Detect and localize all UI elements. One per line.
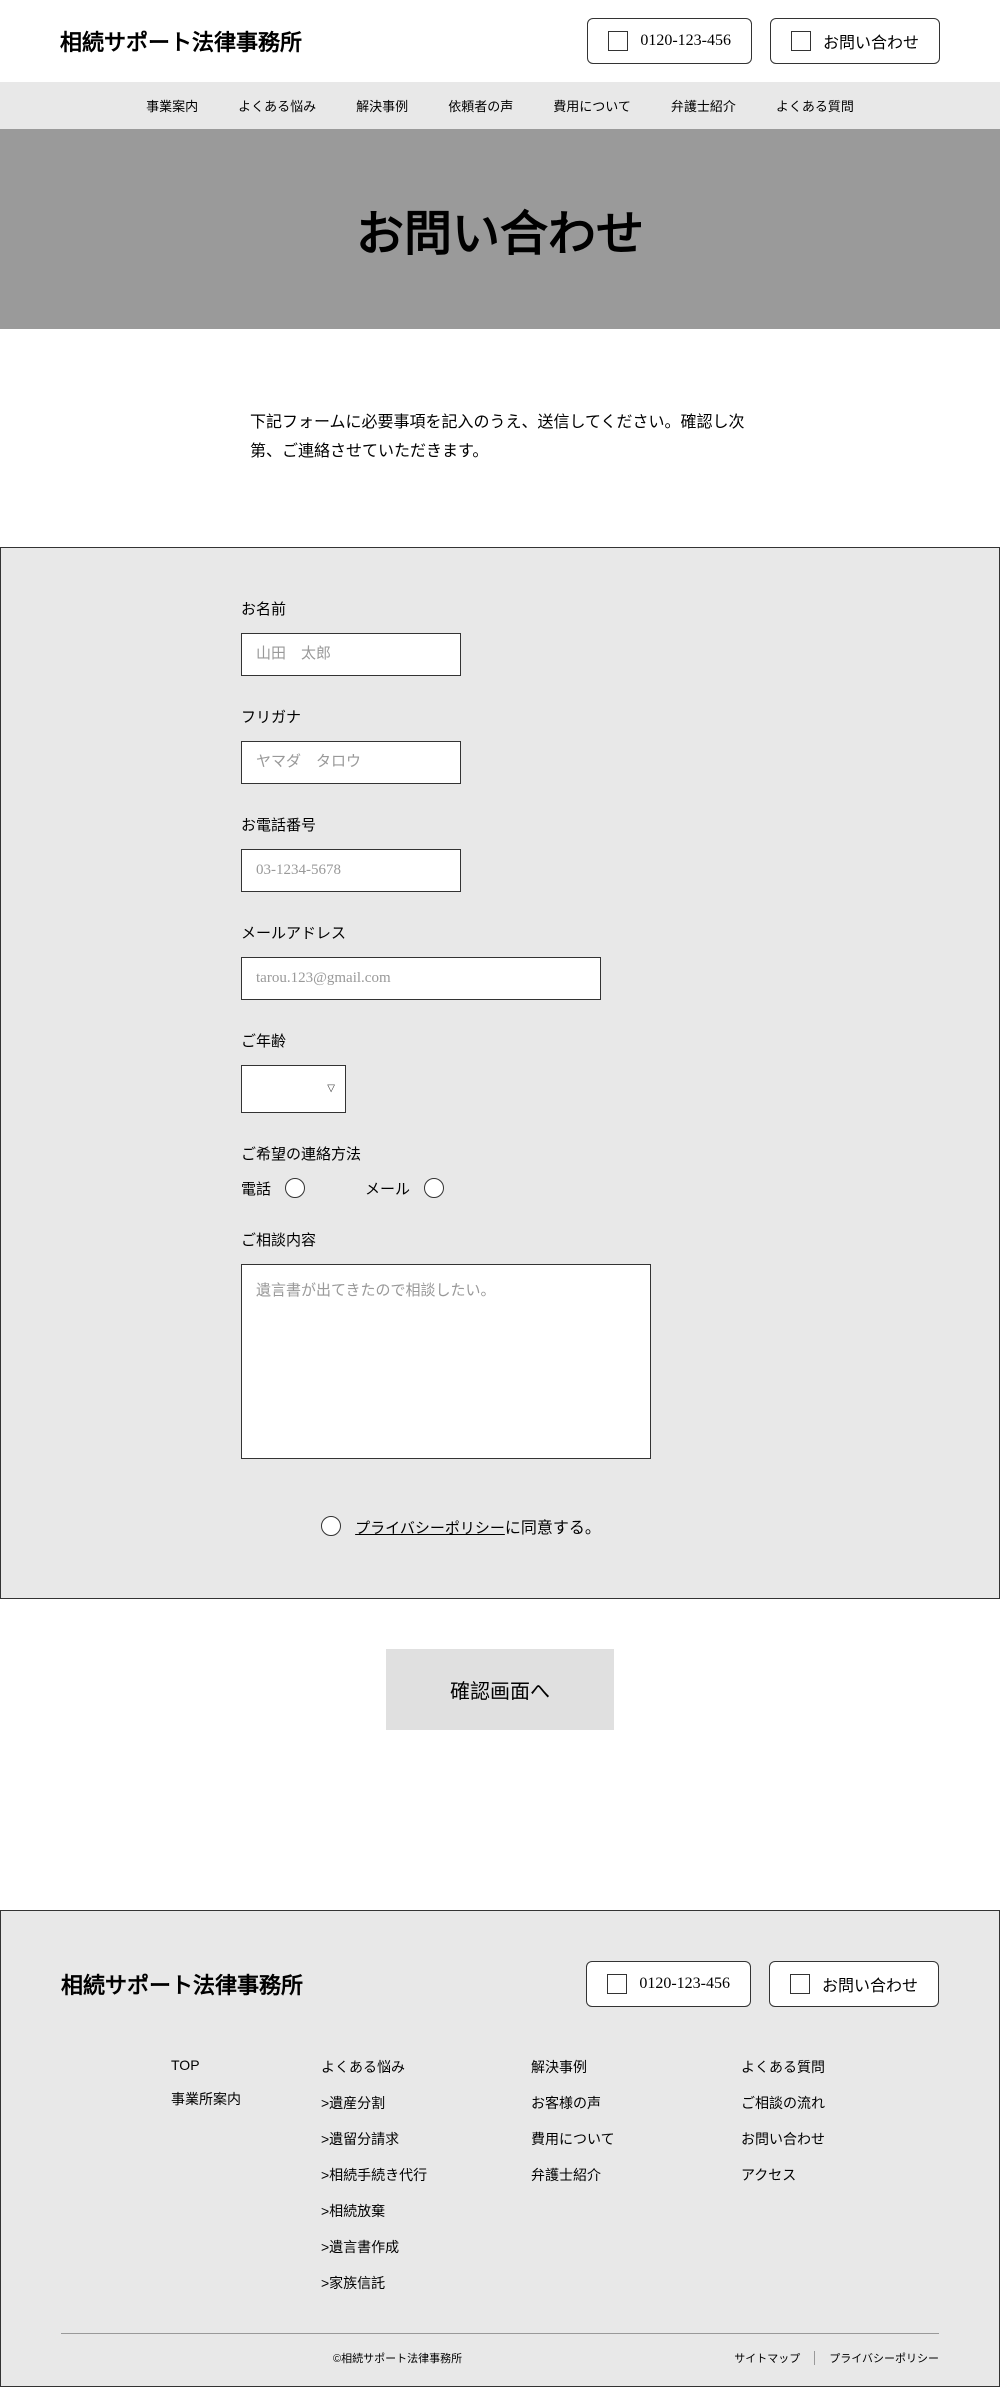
footer-link[interactable]: >相続手続き代行 [321, 2165, 511, 2185]
footer-link[interactable]: >遺言書作成 [321, 2237, 511, 2257]
footer-contact-label: お問い合わせ [822, 1972, 918, 1996]
footer: 相続サポート法律事務所 0120-123-456 お問い合わせ TOP 事業所案… [0, 1910, 1000, 2387]
footer-link[interactable]: よくある悩み [321, 2057, 511, 2077]
contact-form: お名前 フリガナ お電話番号 メールアドレス ご年齢 ご希望の連絡方法 電話 [0, 547, 1000, 1599]
nav-item[interactable]: よくある質問 [776, 96, 854, 115]
contact-button[interactable]: お問い合わせ [770, 18, 940, 64]
sitemap-link[interactable]: サイトマップ [734, 2350, 800, 2366]
footer-link[interactable]: よくある質問 [741, 2057, 931, 2077]
footer-nav: TOP 事業所案内 よくある悩み >遺産分割 >遺留分請求 >相続手続き代行 >… [61, 2057, 939, 2293]
page-title: お問い合わせ [356, 194, 644, 264]
footer-link[interactable]: お客様の声 [531, 2093, 721, 2113]
footer-link[interactable]: >相続放棄 [321, 2201, 511, 2221]
footer-link[interactable]: >遺産分割 [321, 2093, 511, 2113]
phone-number: 0120-123-456 [640, 32, 731, 50]
footer-phone-button[interactable]: 0120-123-456 [586, 1961, 751, 2007]
field-age: ご年齢 [241, 1030, 681, 1113]
footer-link[interactable]: アクセス [741, 2165, 931, 2185]
footer-link[interactable]: TOP [171, 2057, 301, 2073]
field-contact-method: ご希望の連絡方法 電話 メール [241, 1143, 681, 1199]
select-age[interactable] [241, 1065, 346, 1113]
field-content: ご相談内容 [241, 1229, 681, 1464]
phone-icon [608, 31, 628, 51]
nav-item[interactable]: 事業案内 [146, 96, 198, 115]
mail-icon [791, 31, 811, 51]
footer-link[interactable]: 費用について [531, 2129, 721, 2149]
site-logo[interactable]: 相続サポート法律事務所 [60, 25, 302, 57]
nav-item[interactable]: よくある悩み [238, 96, 316, 115]
header: 相続サポート法律事務所 0120-123-456 お問い合わせ [0, 0, 1000, 82]
submit-button[interactable]: 確認画面へ [386, 1649, 614, 1730]
label-furigana: フリガナ [241, 706, 681, 727]
copyright: ©相続サポート法律事務所 [333, 2350, 462, 2366]
privacy-policy-link[interactable]: プライバシーポリシー [829, 2350, 939, 2366]
footer-link[interactable]: >遺留分請求 [321, 2129, 511, 2149]
label-contact-method: ご希望の連絡方法 [241, 1143, 681, 1164]
footer-contact-button[interactable]: お問い合わせ [769, 1961, 939, 2007]
footer-phone-number: 0120-123-456 [639, 1975, 730, 1993]
mail-icon [790, 1974, 810, 1994]
footer-link[interactable]: 弁護士紹介 [531, 2165, 721, 2185]
radio-label-mail: メール [365, 1178, 410, 1199]
phone-button[interactable]: 0120-123-456 [587, 18, 752, 64]
nav-item[interactable]: 弁護士紹介 [671, 96, 736, 115]
label-email: メールアドレス [241, 922, 681, 943]
footer-divider [61, 2333, 939, 2334]
label-age: ご年齢 [241, 1030, 681, 1051]
field-furigana: フリガナ [241, 706, 681, 784]
label-tel: お電話番号 [241, 814, 681, 835]
hero: お問い合わせ [0, 129, 1000, 329]
field-email: メールアドレス [241, 922, 681, 1000]
footer-link[interactable]: >家族信託 [321, 2273, 511, 2293]
privacy-link[interactable]: プライバシーポリシー [355, 1521, 505, 1537]
input-tel[interactable] [241, 849, 461, 892]
nav-item[interactable]: 依頼者の声 [448, 96, 513, 115]
input-email[interactable] [241, 957, 601, 1000]
field-tel: お電話番号 [241, 814, 681, 892]
footer-link[interactable]: 解決事例 [531, 2057, 721, 2077]
contact-label: お問い合わせ [823, 29, 919, 53]
footer-logo[interactable]: 相続サポート法律事務所 [61, 1968, 303, 2000]
privacy-checkbox[interactable] [321, 1516, 341, 1536]
nav-item[interactable]: 費用について [553, 96, 631, 115]
label-name: お名前 [241, 598, 681, 619]
phone-icon [607, 1974, 627, 1994]
textarea-content[interactable] [241, 1264, 651, 1459]
radio-mail[interactable] [424, 1178, 444, 1198]
radio-tel[interactable] [285, 1178, 305, 1198]
footer-link[interactable]: ご相談の流れ [741, 2093, 931, 2113]
footer-link[interactable]: お問い合わせ [741, 2129, 931, 2149]
footer-link[interactable]: 事業所案内 [171, 2089, 301, 2109]
input-furigana[interactable] [241, 741, 461, 784]
input-name[interactable] [241, 633, 461, 676]
label-content: ご相談内容 [241, 1229, 681, 1250]
field-name: お名前 [241, 598, 681, 676]
radio-label-tel: 電話 [241, 1178, 271, 1199]
privacy-suffix: に同意する。 [505, 1520, 601, 1537]
privacy-row: プライバシーポリシーに同意する。 [241, 1514, 681, 1538]
divider [814, 2351, 815, 2365]
intro-text: 下記フォームに必要事項を記入のうえ、送信してください。確認し次第、ご連絡させてい… [250, 409, 750, 467]
header-buttons: 0120-123-456 お問い合わせ [587, 18, 940, 64]
main-nav: 事業案内 よくある悩み 解決事例 依頼者の声 費用について 弁護士紹介 よくある… [0, 82, 1000, 129]
nav-item[interactable]: 解決事例 [356, 96, 408, 115]
privacy-text: プライバシーポリシーに同意する。 [355, 1514, 601, 1538]
